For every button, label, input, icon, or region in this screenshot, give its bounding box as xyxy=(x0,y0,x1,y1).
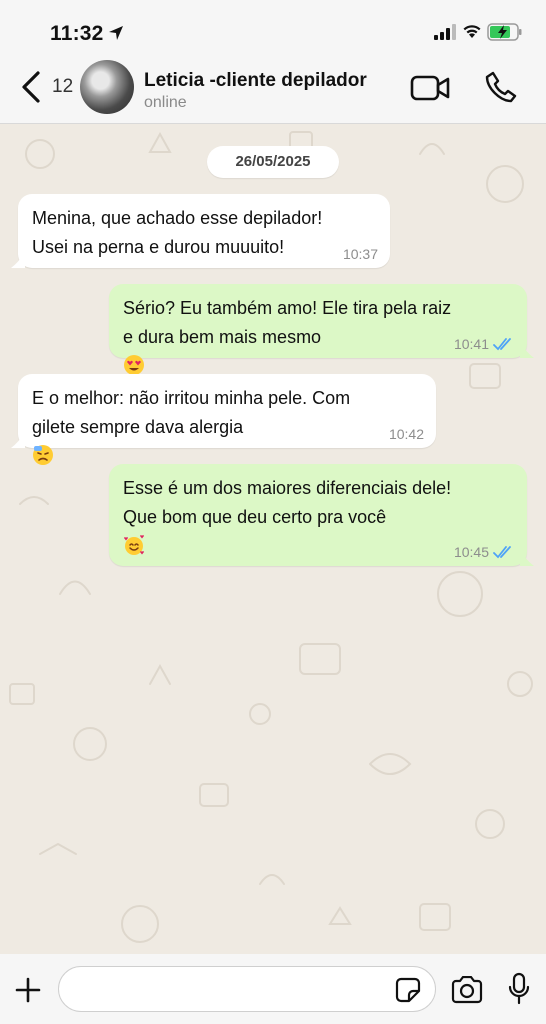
message-text: Esse é um dos maiores diferenciais dele!… xyxy=(123,478,452,527)
chat-area[interactable]: 26/05/2025 Menina, que achado esse depil… xyxy=(0,124,546,954)
cellular-signal-icon xyxy=(434,24,456,40)
message-text: E o melhor: não irritou minha pele. Com … xyxy=(32,388,351,437)
avatar[interactable] xyxy=(80,60,134,114)
message-input-bar xyxy=(0,954,546,1024)
contact-name[interactable]: Leticia -cliente depilador xyxy=(144,70,367,92)
microphone-icon[interactable] xyxy=(507,972,531,1006)
incoming-message[interactable]: Menina, que achado esse depilador! Usei … xyxy=(11,194,390,268)
location-arrow-icon xyxy=(109,26,123,40)
incoming-message[interactable]: E o melhor: não irritou minha pele. Com … xyxy=(11,374,436,465)
outgoing-message[interactable]: Sério? Eu também amo! Ele tira pela raiz… xyxy=(109,284,534,375)
bubble-tail xyxy=(520,342,534,358)
read-receipt-icon xyxy=(493,338,511,351)
read-receipt-icon xyxy=(493,546,511,559)
message-time: 10:41 xyxy=(453,336,489,352)
video-call-icon[interactable] xyxy=(410,74,450,102)
sticker-icon[interactable] xyxy=(395,977,421,1003)
bubble-tail xyxy=(11,432,25,448)
message-time: 10:37 xyxy=(342,246,378,262)
message-input[interactable] xyxy=(58,966,436,1012)
unread-count[interactable]: 12 xyxy=(52,76,73,98)
smiling-face-with-hearts-emoji-icon xyxy=(124,535,144,555)
bubble-tail xyxy=(11,252,25,268)
date-chip: 26/05/2025 xyxy=(207,146,339,178)
outgoing-message[interactable]: Esse é um dos maiores diferenciais dele!… xyxy=(109,464,534,566)
message-text: Menina, que achado esse depilador! Usei … xyxy=(32,208,323,257)
wifi-icon xyxy=(463,25,481,38)
back-chevron-icon[interactable] xyxy=(20,70,42,104)
contact-status: online xyxy=(144,94,187,111)
status-time: 11:32 xyxy=(50,22,104,45)
battery-charging-icon xyxy=(487,23,522,41)
chat-header: 12 Leticia -cliente depilador online xyxy=(0,54,546,124)
camera-icon[interactable] xyxy=(450,976,484,1004)
message-text: Sério? Eu também amo! Ele tira pela raiz… xyxy=(123,298,452,347)
status-bar: 11:32 xyxy=(0,0,546,54)
bubble-tail xyxy=(520,550,534,566)
sick-face-emoji-icon xyxy=(33,445,53,465)
message-time: 10:45 xyxy=(453,544,489,560)
plus-attach-icon[interactable] xyxy=(14,976,42,1004)
message-time: 10:42 xyxy=(388,426,424,442)
heart-eyes-emoji-icon xyxy=(124,355,144,375)
phone-call-icon[interactable] xyxy=(484,70,518,104)
